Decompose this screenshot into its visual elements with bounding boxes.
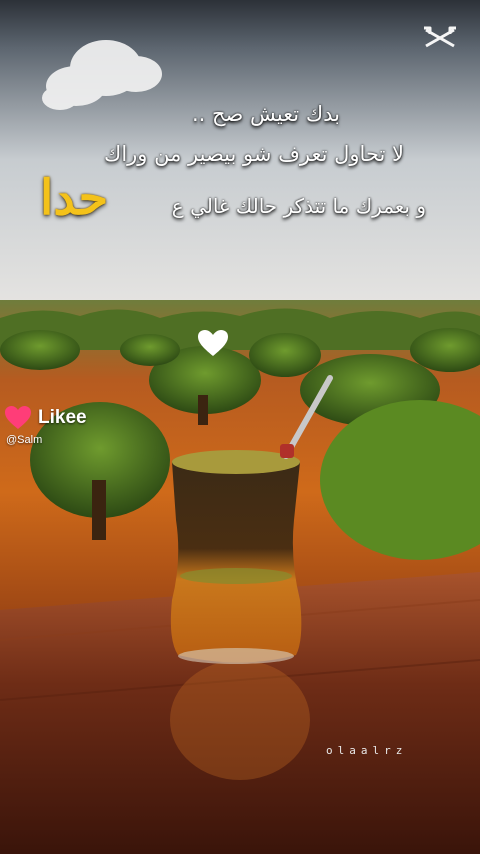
creator-watermark: olaalrz bbox=[326, 744, 408, 757]
caption-highlight-word: حدا bbox=[40, 170, 109, 226]
capcut-logo-icon bbox=[424, 26, 456, 48]
likee-username: @Salm bbox=[6, 434, 43, 446]
likee-watermark: Likee bbox=[4, 404, 114, 432]
heart-icon bbox=[198, 330, 228, 356]
likee-heart-icon bbox=[5, 406, 31, 429]
caption-line-2: لا تحاول تعرف شو بيصير من وراك bbox=[104, 142, 404, 166]
likee-brand: Likee bbox=[38, 407, 87, 428]
caption-line-1: بدك تعيش صح .. bbox=[191, 102, 340, 126]
video-frame: بدك تعيش صح .. لا تحاول تعرف شو بيصير من… bbox=[0, 0, 480, 854]
